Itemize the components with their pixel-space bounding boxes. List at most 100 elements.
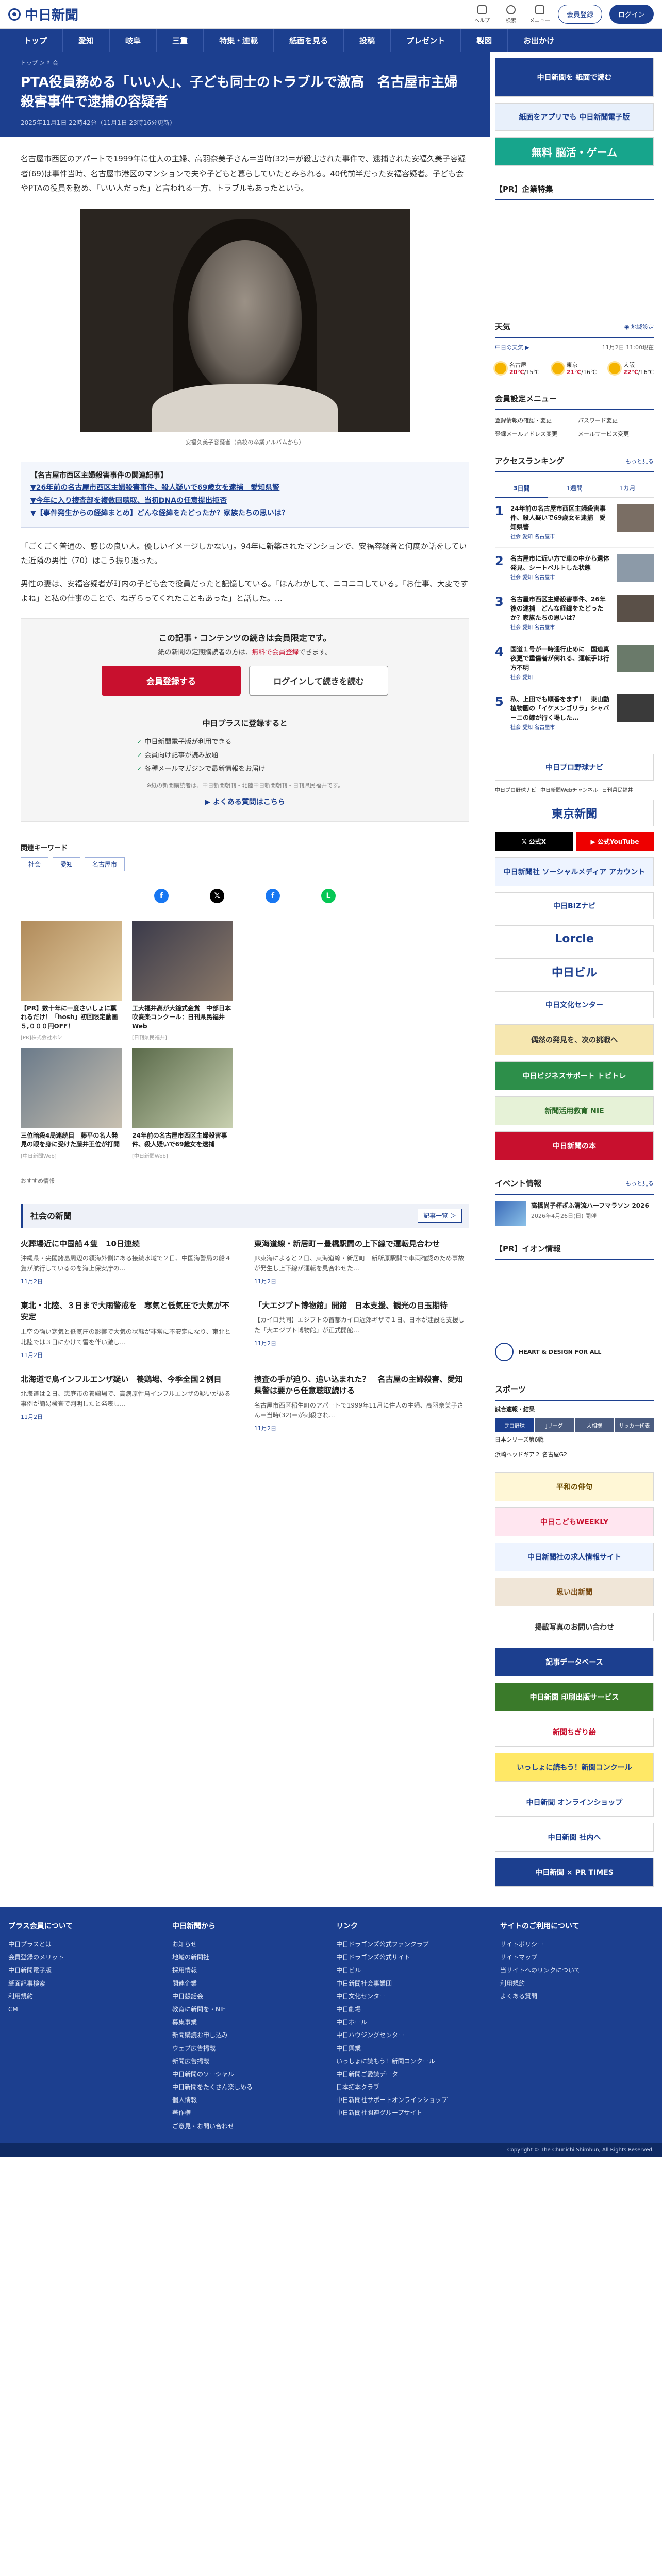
related-link[interactable]: ▼【事件発生からの経緯まとめ】どんな経緯をたどったか？家族たちの思いは？ (30, 507, 459, 520)
side-banner[interactable]: Lorcle (495, 925, 654, 952)
recommended-item[interactable]: 【PR】数十年に一度さいしょに薫れるだけ！「hosh」初回限定動画５,０００円O… (21, 920, 122, 1041)
footer-link[interactable]: 中日新聞ご愛読データ (336, 2068, 490, 2081)
related-link[interactable]: ▼26年前の名古屋市西区主婦殺害事件、殺人疑いで69歳女を逮捕 愛知県警 (30, 482, 459, 495)
footer-link[interactable]: 日本拓本クラブ (336, 2081, 490, 2094)
recommended-item[interactable]: 工大福井高が大鐘式金賞 中部日本吹奏楽コンクール：日刊県民福井Web [日刊県民… (132, 920, 233, 1041)
footer-link[interactable]: 採用情報 (172, 1964, 326, 1977)
footer-link[interactable]: 紙面記事検索 (8, 1977, 162, 1990)
ranking-tab[interactable]: 3日間 (495, 480, 548, 498)
footer-link[interactable]: 関連企業 (172, 1977, 326, 1990)
weather-city[interactable]: 東京 21℃/16℃ (552, 361, 597, 376)
member-menu-item[interactable]: 登録メールアドレス変更 (495, 430, 571, 438)
footer-link[interactable]: 中日新聞社関連グループサイト (336, 2107, 490, 2120)
footer-link[interactable]: 中日ドラゴンズ公式ファンクラブ (336, 1938, 490, 1951)
x-official-button[interactable]: 𝕏 公式X (495, 832, 573, 851)
sponsor-banner[interactable]: 中日プロ野球ナビ (495, 754, 654, 781)
ranking-item[interactable]: 3 名古屋市西区主婦殺害事件、26年後の逮捕 どんな経緯をたどったか？家族たちの思… (495, 588, 654, 638)
member-menu-item[interactable]: 登録情報の確認・変更 (495, 416, 571, 425)
ranking-item[interactable]: 2 名古屋市に近い方で車の中から遺体発見、シートベルトした状態 社会 愛知 名古屋市 (495, 548, 654, 588)
side-banner[interactable]: 掲載写真のお問い合わせ (495, 1613, 654, 1641)
side-banner[interactable]: 平和の俳句 (495, 1472, 654, 1501)
news-item[interactable]: 東北・北陸、３日まで大雨警戒を 寒気と低気圧で大気が不安定 上空の強い寒気と低気圧… (21, 1300, 236, 1359)
side-banner[interactable]: 中日文化センター (495, 991, 654, 1018)
footer-link[interactable]: 著作権 (172, 2107, 326, 2120)
footer-link[interactable]: 中日懇話会 (172, 1990, 326, 2003)
society-more-link[interactable]: 記事一覧 ＞ (418, 1208, 462, 1223)
register-button[interactable]: 会員登録 (557, 5, 602, 24)
footer-link[interactable]: 募集事業 (172, 2016, 326, 2029)
news-item[interactable]: 東海道線・新居町－豊橋駅間の上下線で運転見合わせ JR東海によると２日、東海道線・… (254, 1238, 469, 1285)
footer-link[interactable]: 新聞広告掲載 (172, 2055, 326, 2068)
facebook-icon[interactable]: f (266, 888, 280, 903)
footer-link[interactable]: サイトマップ (500, 1951, 654, 1964)
sponsor-link[interactable]: 日刊県民福井 (602, 786, 633, 793)
footer-link[interactable]: いっしょに読もう！新聞コンクール (336, 2055, 490, 2068)
footer-link[interactable]: よくある質問 (500, 1990, 654, 2003)
footer-link[interactable]: CM (8, 2003, 162, 2016)
ad-banner[interactable]: 無料 脳活・ゲーム (495, 137, 654, 166)
sponsor-link[interactable]: 中日プロ野球ナビ (495, 786, 536, 793)
footer-link[interactable]: 当サイトへのリンクについて (500, 1964, 654, 1977)
side-banner[interactable]: 中日新聞社の求人情報サイト (495, 1543, 654, 1571)
line-share-icon[interactable]: L (321, 888, 336, 903)
sports-tab[interactable]: プロ野球 (495, 1418, 534, 1432)
news-item[interactable]: 「大エジプト博物館」開館 日本支援、観光の目玉期待 【カイロ共同】エジプトの首都カ… (254, 1300, 469, 1359)
footer-link[interactable]: サイトポリシー (500, 1938, 654, 1951)
side-banner[interactable]: いっしょに読もう！新聞コンクール (495, 1753, 654, 1782)
side-banner[interactable]: 中日BIZナビ (495, 892, 654, 919)
sports-tab[interactable]: サッカー代表 (615, 1418, 654, 1432)
login-button[interactable]: ログイン (609, 5, 654, 24)
heart-design-banner[interactable]: HEART & DESIGN FOR ALL (495, 1337, 654, 1366)
footer-link[interactable]: 中日新聞電子版 (8, 1964, 162, 1977)
nav-item[interactable]: プレゼント (391, 29, 461, 52)
ranking-tab[interactable]: 1週間 (548, 480, 601, 498)
nav-item[interactable]: お出かけ (508, 29, 571, 52)
help-button[interactable]: ヘルプ (471, 5, 493, 24)
recommended-item[interactable]: 三位暗殺4局連続目 藤平の名人発見の眼を身に受けた藤井王位が打開 [中日新聞We… (21, 1048, 122, 1159)
events-more-link[interactable]: もっと見る (625, 1179, 654, 1188)
side-banner[interactable]: 新聞活用教育 NIE (495, 1096, 654, 1125)
footer-link[interactable]: 個人情報 (172, 2094, 326, 2107)
paywall-login-button[interactable]: ログインして続きを読む (249, 665, 388, 696)
footer-link[interactable]: 新聞購読お申し込み (172, 2029, 326, 2042)
ranking-item[interactable]: 5 私、上田でも順番をまず！ 東山動植物園の「イケメンゴリラ」シャバーニの嫁が行く… (495, 688, 654, 738)
x-share-icon[interactable]: 𝕏 (210, 888, 224, 903)
site-logo[interactable]: 中日新聞 (8, 5, 78, 24)
sports-tab[interactable]: Jリーグ (535, 1418, 574, 1432)
side-banner[interactable]: 思い出新聞 (495, 1578, 654, 1606)
footer-link[interactable]: 中日ビル (336, 1964, 490, 1977)
sports-tab[interactable]: 大相撲 (575, 1418, 614, 1432)
nav-item[interactable]: 愛知 (63, 29, 110, 52)
nav-item[interactable]: 特集・連載 (204, 29, 274, 52)
side-banner[interactable]: 中日ビル (495, 958, 654, 985)
ad-banner[interactable]: 中日新聞を 紙面で読む (495, 58, 654, 97)
event-item[interactable]: 高橋尚子杯ぎふ清流ハーフマラソン 2026 2026年4月26日(日) 開催 (495, 1201, 654, 1226)
ranking-item[interactable]: 1 24年前の名古屋市西区主婦殺害事件、殺人疑いで69歳女を逮捕 愛知県警 社会 愛… (495, 498, 654, 548)
recommended-item[interactable]: 24年前の名古屋市西区主婦殺害事件、殺人疑いで69歳女を逮捕 [中日新聞Web] (132, 1048, 233, 1159)
facebook-share-icon[interactable]: f (154, 888, 169, 903)
side-banner[interactable]: 中日新聞 印刷出版サービス (495, 1683, 654, 1711)
news-item[interactable]: 火葬場近に中国船４隻 10日連続 沖縄県・尖閣諸島周辺の領海外側にある接続水域で２… (21, 1238, 236, 1285)
nav-item[interactable]: 製図 (461, 29, 508, 52)
weather-city[interactable]: 大阪 22℃/16℃ (609, 361, 654, 376)
side-banner[interactable]: 記事データベース (495, 1648, 654, 1676)
sponsor-link[interactable]: 中日新聞Webチャンネル (540, 786, 598, 793)
nav-item[interactable]: 三重 (157, 29, 204, 52)
footer-link[interactable]: 中日文化センター (336, 1990, 490, 2003)
footer-link[interactable]: 中日新聞社サポートオンラインショップ (336, 2094, 490, 2107)
side-banner[interactable]: 中日新聞 オンラインショップ (495, 1788, 654, 1817)
footer-link[interactable]: 教育に新聞を・NIE (172, 2003, 326, 2016)
keyword-tag[interactable]: 社会 (21, 857, 49, 871)
side-banner[interactable]: 偶然の発見を、次の挑戦へ (495, 1024, 654, 1055)
side-banner[interactable]: 新聞ちぎり絵 (495, 1718, 654, 1747)
member-menu-item[interactable]: メールサービス変更 (578, 430, 654, 438)
score-row[interactable]: 浜崎ヘッドギア２ 名古屋G2 (495, 1447, 654, 1462)
related-link[interactable]: ▼今年に入り捜査部を複数回聴取、当初DNAの任意提出拒否 (30, 495, 459, 507)
footer-link[interactable]: 中日ホール (336, 2016, 490, 2029)
ranking-tab[interactable]: 1カ月 (601, 480, 654, 498)
footer-link[interactable]: ウェブ広告掲載 (172, 2042, 326, 2055)
side-banner[interactable]: 中日新聞 社内へ (495, 1823, 654, 1852)
footer-link[interactable]: 中日ドラゴンズ公式サイト (336, 1951, 490, 1964)
ad-banner[interactable]: 紙面をアプリでも 中日新聞電子版 (495, 103, 654, 131)
weather-region-setting[interactable]: ◉ 地域設定 (624, 323, 654, 331)
